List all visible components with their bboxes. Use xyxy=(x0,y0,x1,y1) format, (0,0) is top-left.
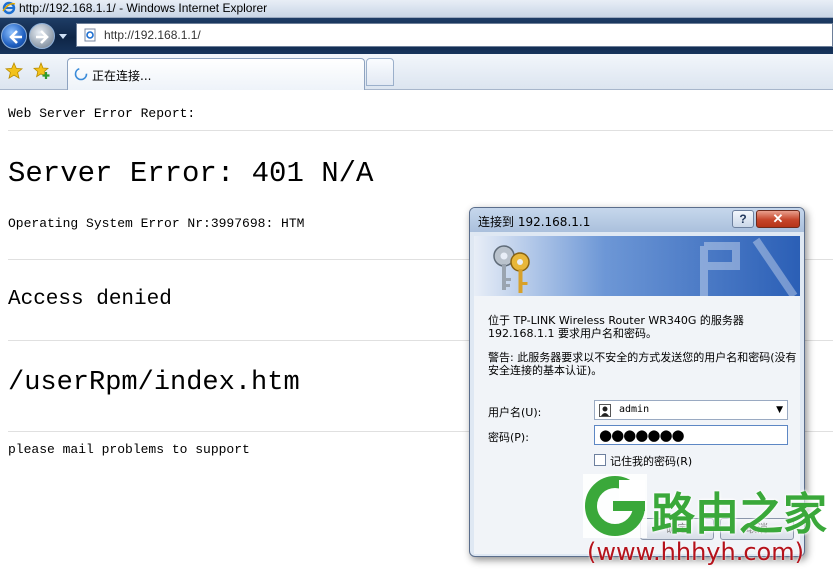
ie-logo-icon xyxy=(2,1,16,15)
loading-icon xyxy=(74,67,88,81)
new-tab-button[interactable] xyxy=(366,58,394,86)
dialog-titlebar[interactable]: 连接到 192.168.1.1 ? ✕ xyxy=(470,208,804,232)
dialog-warning: 警告: 此服务器要求以不安全的方式发送您的用户名和密码(没有安全连接的基本认证)… xyxy=(488,351,797,377)
password-field[interactable]: ●●●●●●● xyxy=(594,425,788,445)
dialog-message: 位于 TP-LINK Wireless Router WR340G 的服务器 1… xyxy=(488,314,744,340)
username-combobox[interactable]: admin ▼ xyxy=(594,400,788,420)
help-button[interactable]: ? xyxy=(732,210,754,228)
access-denied-text: Access denied xyxy=(8,288,172,311)
watermark-logo xyxy=(583,474,647,538)
close-button[interactable]: ✕ xyxy=(756,210,800,228)
user-icon xyxy=(599,404,611,417)
mail-text: please mail problems to support xyxy=(8,442,250,457)
divider xyxy=(8,130,833,131)
back-arrow-icon xyxy=(9,30,22,44)
favorites-star-icon[interactable] xyxy=(5,62,23,80)
error-heading: Server Error: 401 N/A xyxy=(8,157,374,190)
dialog-banner xyxy=(474,236,800,296)
address-url[interactable]: http://192.168.1.1/ xyxy=(104,28,201,42)
watermark-url: (www.hhhyh.com) xyxy=(587,538,804,566)
username-value: admin xyxy=(619,404,650,415)
remember-password-label[interactable]: 记住我的密码(R) xyxy=(610,453,692,469)
page-icon xyxy=(84,28,96,42)
forward-button[interactable] xyxy=(29,23,55,49)
report-title: Web Server Error Report: xyxy=(8,106,196,121)
address-bar[interactable]: http://192.168.1.1/ xyxy=(76,23,833,47)
add-favorite-icon[interactable] xyxy=(33,62,51,80)
back-button[interactable] xyxy=(1,23,27,49)
dialog-title: 连接到 192.168.1.1 xyxy=(478,215,591,229)
keys-icon xyxy=(493,237,798,296)
password-value: ●●●●●●● xyxy=(599,426,685,444)
remember-password-checkbox[interactable] xyxy=(594,454,606,466)
path-text: /userRpm/index.htm xyxy=(8,368,300,398)
window-title: http://192.168.1.1/ - Windows Internet E… xyxy=(19,1,268,15)
tab-bar: 正在连接... xyxy=(0,54,833,90)
watermark: 路由之家 (www.hhhyh.com) xyxy=(583,474,833,576)
tab-label: 正在连接... xyxy=(92,69,152,83)
history-dropdown-icon[interactable] xyxy=(57,30,69,42)
chevron-down-icon[interactable]: ▼ xyxy=(776,405,783,415)
forward-arrow-icon xyxy=(36,30,49,44)
navigation-bar: http://192.168.1.1/ xyxy=(0,18,833,54)
tab-current[interactable]: 正在连接... xyxy=(67,58,365,90)
password-label: 密码(P): xyxy=(488,431,529,444)
os-error-text: Operating System Error Nr:3997698: HTM xyxy=(8,216,305,231)
username-label: 用户名(U): xyxy=(488,406,542,419)
watermark-name: 路由之家 xyxy=(651,489,827,540)
window-titlebar: http://192.168.1.1/ - Windows Internet E… xyxy=(0,0,833,18)
